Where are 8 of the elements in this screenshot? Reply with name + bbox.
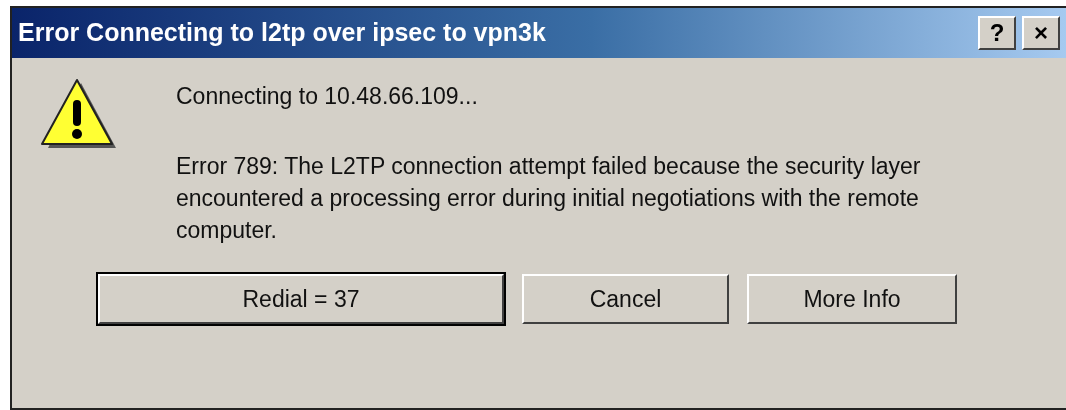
error-message: Error 789: The L2TP connection attempt failed because the security layer encountered a processing error during initial negotiations with the remote computer. [176,152,922,245]
status-text: Connecting to 10.48.66.109... [176,82,479,111]
window-title: Error Connecting to l2tp over ipsec to vpn3k [18,17,547,49]
help-button[interactable]: ? [978,16,1016,50]
more-info-button[interactable]: More Info [747,274,957,324]
cancel-button[interactable]: Cancel [522,274,729,324]
redial-button[interactable]: Redial = 37 [98,274,504,324]
close-button[interactable]: × [1022,16,1060,50]
